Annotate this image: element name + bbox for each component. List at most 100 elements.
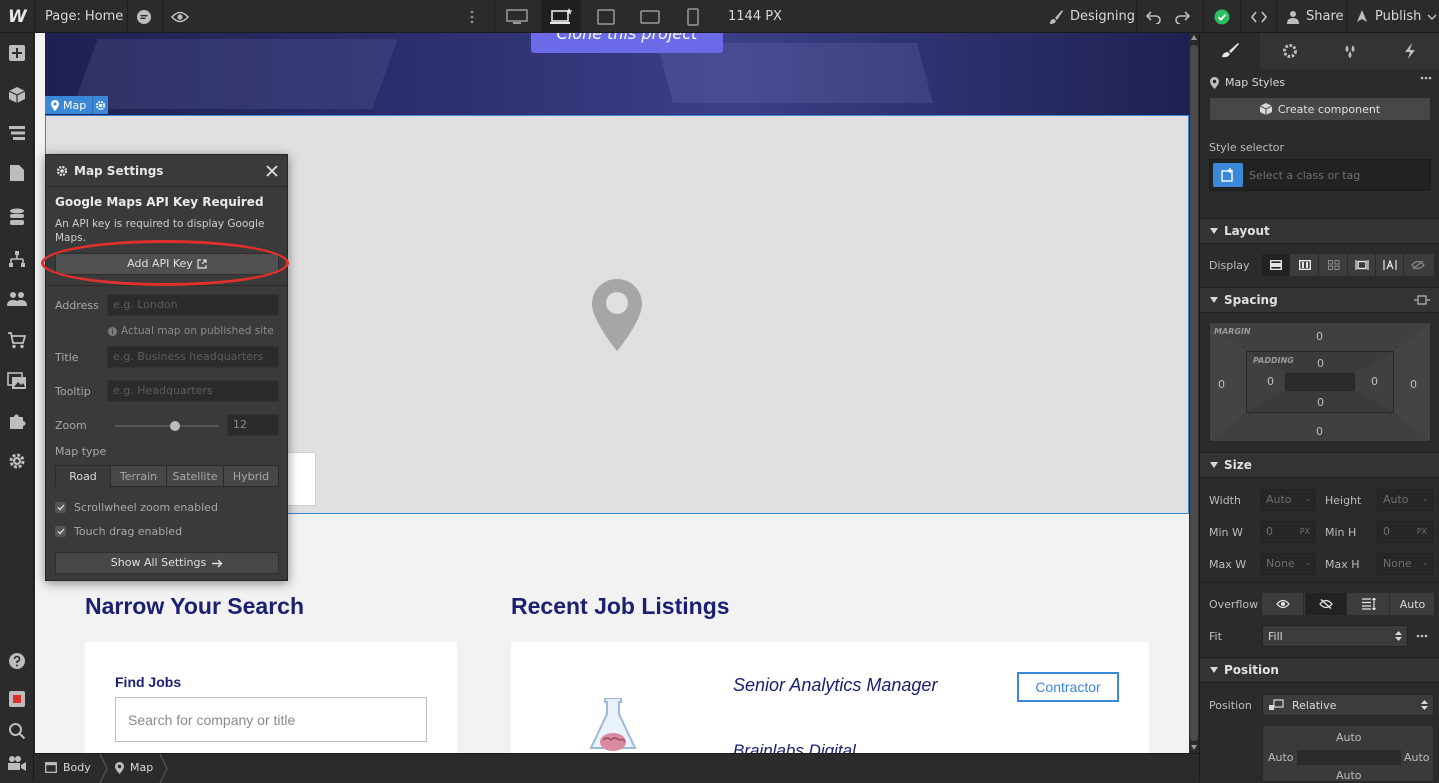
map-tag-settings-icon[interactable] bbox=[92, 96, 109, 114]
comments-icon[interactable] bbox=[136, 0, 152, 33]
add-api-key-button[interactable]: Add API Key bbox=[55, 253, 279, 275]
scroll-zoom-checkbox[interactable]: Scrollwheel zoom enabled bbox=[55, 501, 218, 514]
help-icon[interactable] bbox=[7, 651, 27, 671]
preview-eye-icon[interactable] bbox=[171, 0, 189, 33]
create-component-button[interactable]: Create component bbox=[1209, 97, 1431, 121]
layout-section-header[interactable]: Layout bbox=[1200, 218, 1439, 244]
assets-images-icon[interactable] bbox=[7, 371, 27, 391]
max-height-input[interactable]: None - bbox=[1377, 553, 1433, 575]
scroll-down-arrow-icon[interactable] bbox=[1191, 745, 1197, 750]
site-status-check-icon[interactable] bbox=[1214, 0, 1230, 33]
apps-puzzle-icon[interactable] bbox=[7, 411, 27, 431]
breakpoint-tablet-icon[interactable] bbox=[597, 0, 615, 33]
display-flex-icon[interactable] bbox=[1291, 254, 1319, 276]
spacing-section-header[interactable]: Spacing bbox=[1200, 287, 1439, 313]
display-grid-icon[interactable] bbox=[1320, 254, 1348, 276]
position-bottom-value[interactable]: Auto bbox=[1336, 769, 1362, 782]
display-inline-block-icon[interactable] bbox=[1348, 254, 1376, 276]
tooltip-input[interactable]: e.g. Headquarters bbox=[107, 380, 279, 402]
max-width-input[interactable]: None - bbox=[1260, 553, 1316, 575]
display-none-icon[interactable] bbox=[1404, 254, 1432, 276]
undo-icon[interactable] bbox=[1146, 0, 1162, 33]
ecommerce-cart-icon[interactable] bbox=[7, 330, 27, 350]
selector-target-icon[interactable] bbox=[1213, 163, 1243, 187]
settings-gear-icon[interactable] bbox=[7, 451, 27, 471]
scroll-up-arrow-icon[interactable] bbox=[1191, 35, 1197, 40]
breakpoint-landscape-icon[interactable] bbox=[640, 0, 660, 33]
margin-top-value[interactable]: 0 bbox=[1316, 330, 1323, 343]
breakpoint-desktop-icon[interactable] bbox=[541, 0, 581, 33]
map-type-road[interactable]: Road bbox=[56, 466, 111, 488]
address-input[interactable]: e.g. London bbox=[107, 294, 279, 316]
object-fit-select[interactable]: Fill bbox=[1262, 625, 1408, 647]
overflow-visible-icon[interactable] bbox=[1262, 593, 1304, 615]
padding-top-value[interactable]: 0 bbox=[1317, 357, 1324, 370]
margin-left-value[interactable]: 0 bbox=[1218, 378, 1225, 391]
tab-interactions[interactable] bbox=[1380, 33, 1439, 69]
width-input[interactable]: Auto - bbox=[1260, 489, 1316, 511]
redo-icon[interactable] bbox=[1174, 0, 1190, 33]
show-all-settings-button[interactable]: Show All Settings bbox=[55, 552, 279, 574]
canvas-scrollbar[interactable] bbox=[1189, 33, 1199, 753]
position-right-value[interactable]: Auto bbox=[1404, 751, 1430, 764]
title-input[interactable]: e.g. Business headquarters bbox=[107, 346, 279, 368]
webflow-logo[interactable]: W bbox=[8, 0, 27, 33]
min-width-input[interactable]: 0 PX bbox=[1260, 521, 1316, 543]
padding-right-value[interactable]: 0 bbox=[1371, 375, 1378, 388]
padding-left-value[interactable]: 0 bbox=[1267, 375, 1274, 388]
breadcrumb-map[interactable]: Map bbox=[115, 761, 153, 774]
padding-bottom-value[interactable]: 0 bbox=[1317, 396, 1324, 409]
code-export-icon[interactable] bbox=[1251, 0, 1267, 33]
clone-project-button[interactable]: Clone this project bbox=[531, 33, 723, 53]
map-type-hybrid[interactable]: Hybrid bbox=[224, 466, 278, 488]
overflow-auto-button[interactable]: Auto bbox=[1391, 593, 1434, 615]
symbols-cube-icon[interactable] bbox=[7, 85, 27, 105]
position-section-header[interactable]: Position bbox=[1200, 657, 1439, 683]
display-inline-icon[interactable] bbox=[1376, 254, 1404, 276]
margin-right-value[interactable]: 0 bbox=[1410, 378, 1417, 391]
position-left-value[interactable]: Auto bbox=[1268, 751, 1294, 764]
height-input[interactable]: Auto - bbox=[1377, 489, 1433, 511]
job-listing-card[interactable]: Senior Analytics Manager Brainlabs Digit… bbox=[511, 642, 1149, 753]
search-icon[interactable] bbox=[7, 721, 27, 741]
position-top-value[interactable]: Auto bbox=[1336, 731, 1362, 744]
breakpoint-desktop-large-icon[interactable] bbox=[506, 0, 528, 33]
navigator-icon[interactable] bbox=[7, 123, 27, 143]
size-section-header[interactable]: Size bbox=[1200, 452, 1439, 478]
add-element-icon[interactable] bbox=[7, 43, 27, 63]
zoom-slider[interactable] bbox=[115, 415, 219, 437]
close-icon[interactable] bbox=[266, 165, 278, 177]
map-type-terrain[interactable]: Terrain bbox=[111, 466, 167, 488]
video-tutorials-icon[interactable] bbox=[7, 753, 27, 773]
touch-drag-checkbox[interactable]: Touch drag enabled bbox=[55, 525, 182, 538]
spacing-expand-icon[interactable] bbox=[1414, 294, 1430, 306]
overflow-hidden-icon[interactable] bbox=[1305, 593, 1347, 615]
breakpoint-mobile-icon[interactable] bbox=[687, 0, 699, 33]
tab-style-manager[interactable] bbox=[1320, 33, 1380, 69]
zoom-value-input[interactable]: 12 bbox=[227, 414, 279, 436]
breadcrumb-body[interactable]: Body bbox=[45, 761, 91, 774]
job-search-input[interactable]: Search for company or title bbox=[115, 697, 427, 742]
tab-style[interactable] bbox=[1200, 33, 1260, 69]
cms-database-icon[interactable] bbox=[7, 207, 27, 227]
zoom-slider-handle[interactable] bbox=[170, 421, 180, 431]
more-horizontal-icon[interactable] bbox=[1416, 634, 1428, 638]
margin-bottom-value[interactable]: 0 bbox=[1316, 425, 1323, 438]
more-vertical-icon[interactable] bbox=[469, 0, 475, 33]
min-height-input[interactable]: 0 PX bbox=[1377, 521, 1433, 543]
designer-mode-toggle[interactable]: Designing bbox=[1048, 0, 1135, 33]
more-horizontal-icon[interactable] bbox=[1420, 76, 1432, 80]
tab-element-settings[interactable] bbox=[1260, 33, 1320, 69]
users-icon[interactable] bbox=[7, 289, 27, 309]
logic-flow-icon[interactable] bbox=[7, 249, 27, 269]
record-video-icon[interactable] bbox=[7, 689, 27, 709]
display-block-icon[interactable] bbox=[1262, 254, 1290, 276]
pages-icon[interactable] bbox=[7, 163, 27, 183]
map-type-satellite[interactable]: Satellite bbox=[167, 466, 224, 488]
style-selector-input[interactable]: Select a class or tag bbox=[1209, 159, 1431, 191]
share-button[interactable]: Share bbox=[1286, 0, 1344, 33]
overflow-scroll-icon[interactable] bbox=[1348, 593, 1390, 615]
page-selector[interactable]: Page: Home bbox=[45, 0, 123, 33]
selected-element-tag[interactable]: Map bbox=[45, 96, 109, 114]
canvas-scroll-thumb[interactable] bbox=[1190, 45, 1198, 741]
